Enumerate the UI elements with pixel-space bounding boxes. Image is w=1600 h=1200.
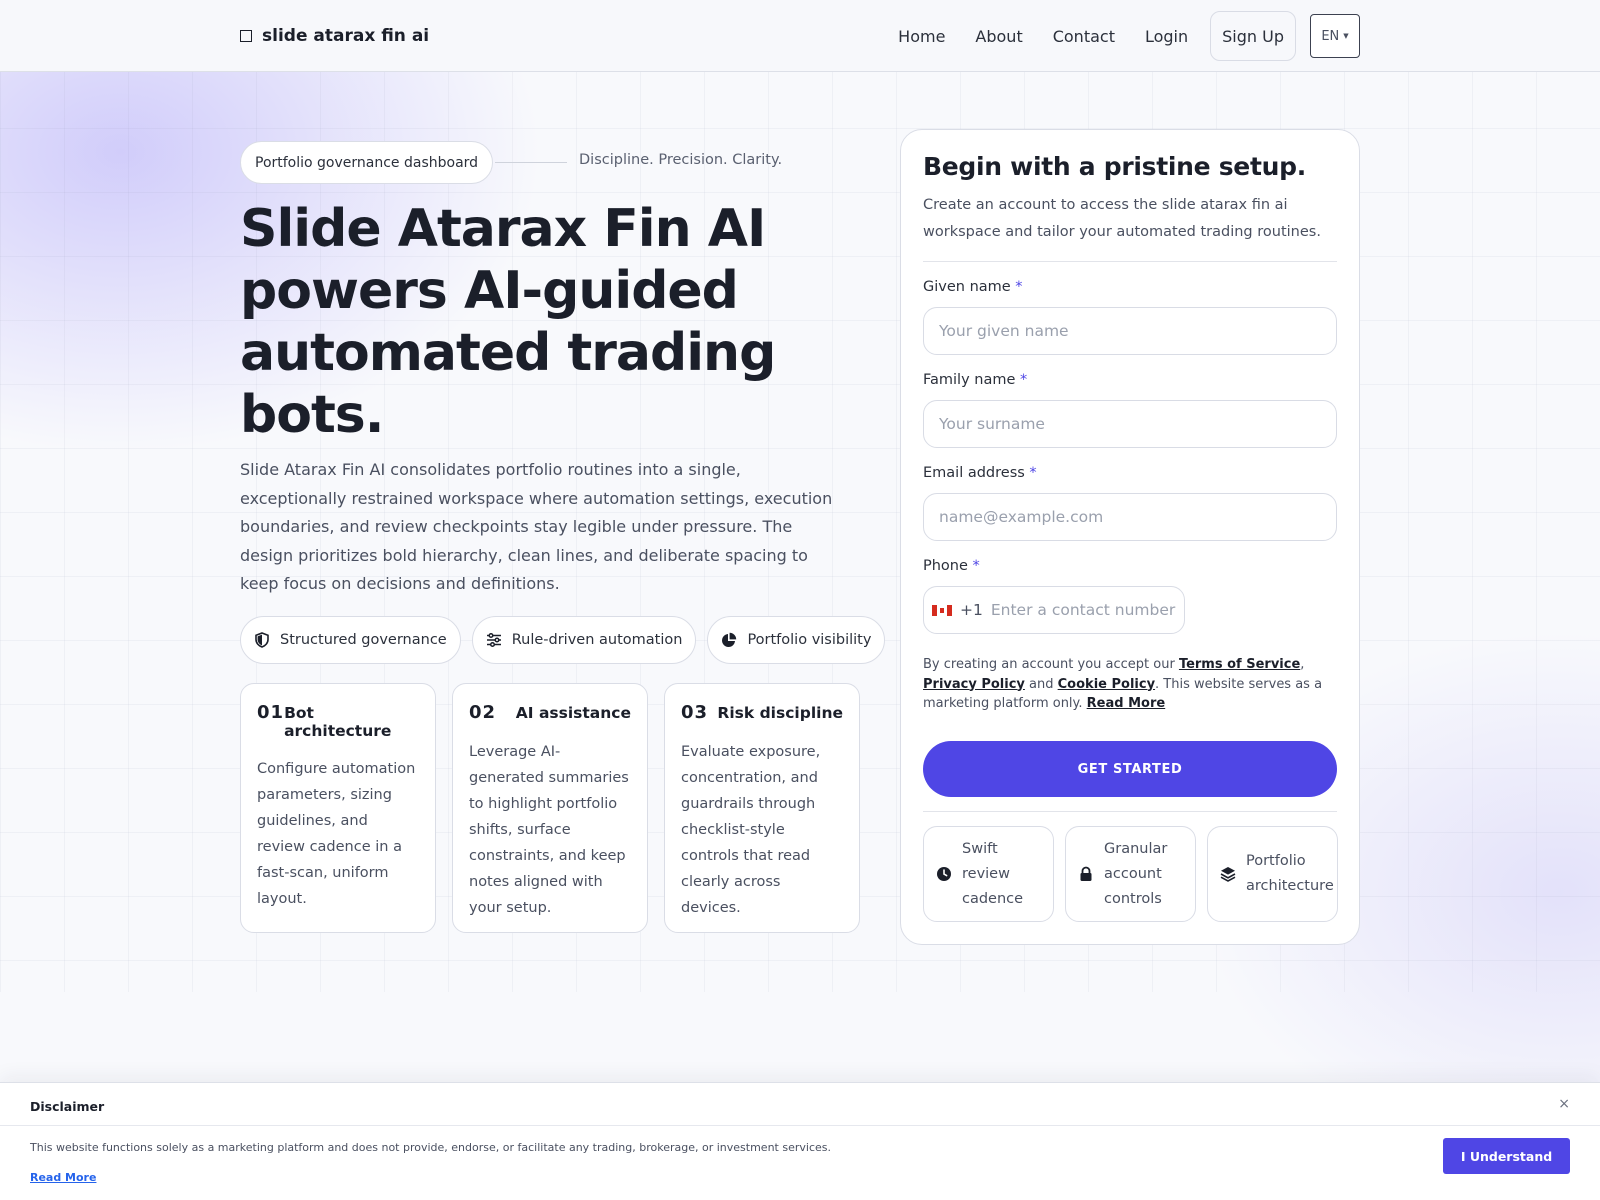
lock-icon xyxy=(1080,866,1092,881)
card-body: Configure automation parameters, sizing … xyxy=(257,761,416,907)
info-cards: 01 Bot architecture Configure automation… xyxy=(240,683,860,933)
brand-square-icon xyxy=(240,30,252,42)
disclaimer-text: This website functions solely as a marke… xyxy=(30,1141,831,1154)
legal-text: By creating an account you accept our Te… xyxy=(923,657,1323,711)
given-name-field[interactable] xyxy=(923,307,1337,355)
divider-line xyxy=(495,162,567,163)
canada-flag-icon[interactable] xyxy=(932,604,952,616)
brand-name: slide atarax fin ai xyxy=(262,26,430,46)
phone-label: Phone * xyxy=(923,558,980,574)
clock-icon xyxy=(937,867,951,881)
feature-granular-controls: Granular account controls xyxy=(1065,826,1196,922)
card-body: Evaluate exposure, concentration, and gu… xyxy=(681,744,821,916)
terms-link[interactable]: Terms of Service xyxy=(1179,657,1300,672)
email-input[interactable] xyxy=(939,508,1321,526)
form-subtitle: Create an account to access the slide at… xyxy=(923,197,1321,240)
feature-swift-review: Swift review cadence xyxy=(923,826,1054,922)
phone-field[interactable]: +1 xyxy=(923,586,1185,634)
card-title: AI assistance xyxy=(515,704,631,722)
cookie-link[interactable]: Cookie Policy xyxy=(1058,677,1155,692)
pie-chart-icon xyxy=(722,632,737,647)
feature-label: Granular account controls xyxy=(1104,840,1168,907)
card-ai-assistance: 02 AI assistance Leverage AI-generated s… xyxy=(452,683,648,933)
card-bot-architecture: 01 Bot architecture Configure automation… xyxy=(240,683,436,933)
chip-structured-governance: Structured governance xyxy=(240,616,461,664)
disclaimer-title: Disclaimer xyxy=(30,1099,105,1114)
card-number: 01 xyxy=(257,702,285,723)
email-label: Email address * xyxy=(923,465,1037,481)
dial-code: +1 xyxy=(960,601,983,619)
given-name-label: Given name * xyxy=(923,279,1023,295)
nav-link-contact[interactable]: Contact xyxy=(1045,27,1123,46)
given-name-input[interactable] xyxy=(939,322,1321,340)
phone-input[interactable] xyxy=(990,601,1181,619)
family-name-input[interactable] xyxy=(939,415,1321,433)
feature-label: Portfolio architecture xyxy=(1246,853,1334,894)
card-number: 03 xyxy=(681,702,709,723)
form-features: Swift review cadence Granular account co… xyxy=(923,826,1338,922)
form-title: Begin with a pristine setup. xyxy=(923,152,1306,181)
chip-label: Rule-driven automation xyxy=(511,632,683,648)
divider xyxy=(0,1125,1600,1126)
legal-read-more-link[interactable]: Read More xyxy=(1087,696,1166,711)
privacy-link[interactable]: Privacy Policy xyxy=(923,677,1025,692)
nav-link-home[interactable]: Home xyxy=(890,27,953,46)
shield-icon xyxy=(255,632,269,648)
nav-link-about[interactable]: About xyxy=(967,27,1030,46)
signup-button[interactable]: Sign Up xyxy=(1210,11,1296,61)
card-number: 02 xyxy=(469,702,497,723)
top-navbar: slide atarax fin ai Home About Contact L… xyxy=(0,0,1600,72)
brand-logo[interactable]: slide atarax fin ai xyxy=(240,24,429,48)
required-mark: * xyxy=(1015,279,1023,295)
layers-icon xyxy=(1220,867,1236,882)
divider xyxy=(923,261,1337,262)
signup-form-panel: Begin with a pristine setup. Create an a… xyxy=(900,129,1360,945)
hero-tagline: Discipline. Precision. Clarity. xyxy=(579,152,783,168)
feature-portfolio-architecture: Portfolio architecture xyxy=(1207,826,1338,922)
chip-label: Structured governance xyxy=(280,632,447,648)
get-started-button[interactable]: GET STARTED xyxy=(923,741,1337,797)
family-name-field[interactable] xyxy=(923,400,1337,448)
chip-rule-driven-automation: Rule-driven automation xyxy=(471,616,697,664)
divider xyxy=(923,811,1337,812)
chip-portfolio-visibility: Portfolio visibility xyxy=(707,616,886,664)
email-field[interactable] xyxy=(923,493,1337,541)
required-mark: * xyxy=(1029,465,1037,481)
language-value: EN xyxy=(1321,28,1340,44)
required-mark: * xyxy=(972,558,980,574)
feature-label: Swift review cadence xyxy=(962,840,1024,907)
disclaimer-banner: Disclaimer × This website functions sole… xyxy=(0,1082,1600,1200)
i-understand-button[interactable]: I Understand xyxy=(1443,1138,1570,1174)
card-title: Risk discipline xyxy=(717,704,843,722)
card-body: Leverage AI-generated summaries to highl… xyxy=(469,744,629,916)
card-risk-discipline: 03 Risk discipline Evaluate exposure, co… xyxy=(664,683,860,933)
hero-description: Slide Atarax Fin AI consolidates portfol… xyxy=(240,460,833,593)
nav-link-login[interactable]: Login xyxy=(1137,27,1196,46)
feature-chips: Structured governance Rule-driven automa… xyxy=(240,616,886,664)
hero-title: Slide Atarax Fin AI powers AI-guided aut… xyxy=(240,199,776,445)
card-title: Bot architecture xyxy=(284,704,392,740)
sliders-icon xyxy=(486,632,501,648)
hero-pill: Portfolio governance dashboard xyxy=(240,141,494,184)
caret-down-icon: ▼ xyxy=(1343,32,1349,40)
chip-label: Portfolio visibility xyxy=(747,632,872,648)
family-name-label: Family name * xyxy=(923,372,1028,388)
required-mark: * xyxy=(1020,372,1028,388)
disclaimer-read-more-link[interactable]: Read More xyxy=(30,1171,96,1184)
language-select[interactable]: EN ▼ xyxy=(1310,14,1360,58)
close-icon[interactable]: × xyxy=(1558,1096,1570,1112)
nav-links: Home About Contact Login Sign Up EN ▼ xyxy=(890,11,1360,61)
